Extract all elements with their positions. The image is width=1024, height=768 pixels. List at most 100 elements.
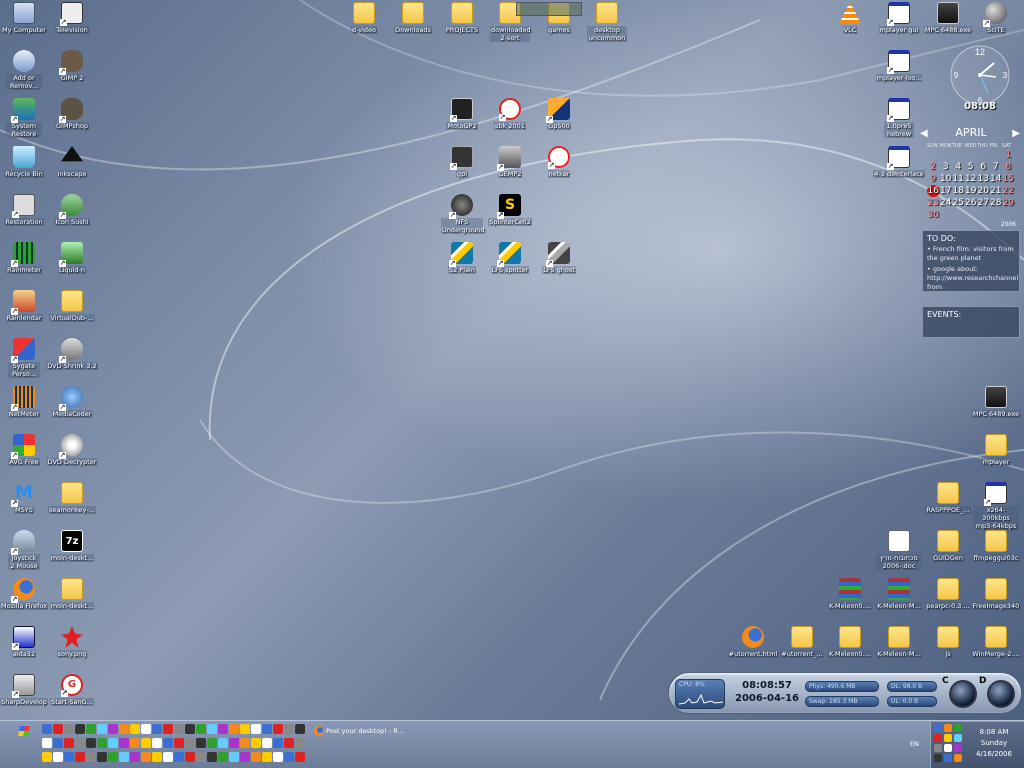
quick-launch-icon[interactable] bbox=[196, 738, 206, 748]
desktop-icon-scite[interactable]: SciTE bbox=[964, 2, 1024, 34]
quick-launch-icon[interactable] bbox=[42, 724, 52, 734]
desktop-icon-icon-sushi[interactable]: Icon Sushi bbox=[40, 194, 104, 226]
quick-launch-icon[interactable] bbox=[119, 752, 129, 762]
quick-launch-icon[interactable] bbox=[295, 738, 305, 748]
quick-launch-icon[interactable] bbox=[152, 752, 162, 762]
calendar-day[interactable]: 3 bbox=[940, 161, 953, 173]
quick-launch-icon[interactable] bbox=[218, 738, 228, 748]
tray-icon[interactable] bbox=[954, 754, 962, 762]
drive-c-gauge[interactable] bbox=[949, 680, 977, 708]
quick-launch-icon[interactable] bbox=[42, 738, 52, 748]
quick-launch-icon[interactable] bbox=[218, 724, 228, 734]
quick-launch-icon[interactable] bbox=[174, 724, 184, 734]
quick-launch-icon[interactable] bbox=[119, 738, 129, 748]
quick-launch-icon[interactable] bbox=[141, 752, 151, 762]
tray-icon[interactable] bbox=[954, 734, 962, 742]
quick-launch-icon[interactable] bbox=[174, 738, 184, 748]
todo-item[interactable]: • google about: http://www.researchchann… bbox=[927, 265, 1018, 292]
calendar-day[interactable]: 17 bbox=[940, 185, 953, 197]
calendar-day[interactable]: 12 bbox=[965, 173, 978, 185]
desktop-icon-mediacoder[interactable]: MediaCoder bbox=[40, 386, 104, 418]
tray-icon[interactable] bbox=[934, 744, 942, 752]
desktop-icon-freeimage[interactable]: FreeImage340 bbox=[964, 578, 1024, 610]
quick-launch-icon[interactable] bbox=[141, 738, 151, 748]
desktop-icon-liquid-n[interactable]: Liquid-n bbox=[40, 242, 104, 274]
quick-launch-icon[interactable] bbox=[262, 724, 272, 734]
language-indicator[interactable]: EN bbox=[910, 740, 919, 748]
chevron-left-icon[interactable]: ◀ bbox=[920, 128, 928, 139]
quick-launch-icon[interactable] bbox=[185, 752, 195, 762]
calendar-day[interactable]: 24 bbox=[940, 197, 953, 209]
chevron-right-icon[interactable]: ▶ bbox=[1012, 128, 1020, 139]
quick-launch-icon[interactable] bbox=[64, 738, 74, 748]
tray-icon[interactable] bbox=[944, 744, 952, 752]
desktop-icon-dvd-decrypter[interactable]: DVD Decrypter bbox=[40, 434, 104, 466]
quick-launch-icon[interactable] bbox=[108, 724, 118, 734]
quick-launch-icon[interactable] bbox=[75, 738, 85, 748]
tray-icon[interactable] bbox=[944, 754, 952, 762]
calendar-day[interactable]: 11 bbox=[952, 173, 965, 185]
quick-launch-icon[interactable] bbox=[262, 752, 272, 762]
desktop-icon-netkar[interactable]: netkar bbox=[527, 146, 591, 178]
calendar-day[interactable]: 7 bbox=[990, 161, 1003, 173]
quick-launch-icon[interactable] bbox=[163, 752, 173, 762]
quick-launch-icon[interactable] bbox=[75, 752, 85, 762]
quick-launch-icon[interactable] bbox=[295, 724, 305, 734]
quick-launch-icon[interactable] bbox=[295, 752, 305, 762]
quick-launch-icon[interactable] bbox=[284, 724, 294, 734]
desktop-icon-virtualdub[interactable]: VirtualDub-... bbox=[40, 290, 104, 322]
desktop-icon-sony-png[interactable]: sony.png bbox=[40, 626, 104, 658]
desktop-icon-desktop-uncommon[interactable]: desktop uncommon bbox=[575, 2, 639, 42]
desktop-icon-mpc6489[interactable]: MPC 6489.exe bbox=[964, 386, 1024, 418]
calendar-day[interactable]: 20 bbox=[977, 185, 990, 197]
calendar-day[interactable]: 22 bbox=[1002, 185, 1015, 197]
quick-launch-icon[interactable] bbox=[97, 752, 107, 762]
quick-launch-icon[interactable] bbox=[218, 752, 228, 762]
calendar-day[interactable]: 6 bbox=[977, 161, 990, 173]
quick-launch-icon[interactable] bbox=[207, 738, 217, 748]
calendar-day[interactable]: 13 bbox=[977, 173, 990, 185]
desktop-icon-x264[interactable]: x264-300kbps mp3-64kbps bbox=[964, 482, 1024, 530]
tray-icon[interactable] bbox=[944, 724, 952, 732]
quick-launch-icon[interactable] bbox=[273, 738, 283, 748]
quick-launch-icon[interactable] bbox=[240, 752, 250, 762]
quick-launch-icon[interactable] bbox=[273, 724, 283, 734]
tray-icon[interactable] bbox=[934, 734, 942, 742]
calendar-day[interactable]: 19 bbox=[965, 185, 978, 197]
desktop-icon-lfs-ghost[interactable]: LFS ghost bbox=[527, 242, 591, 274]
desktop-icon-splintercell2[interactable]: SSplinterCell2 bbox=[478, 194, 542, 226]
quick-launch-icon[interactable] bbox=[163, 738, 173, 748]
quick-launch-icon[interactable] bbox=[196, 724, 206, 734]
tray-icon[interactable] bbox=[934, 754, 942, 762]
quick-launch-icon[interactable] bbox=[251, 738, 261, 748]
calendar-day[interactable]: 28 bbox=[990, 197, 1003, 209]
desktop-icon-ffmpeggui[interactable]: ffmpeggui03c bbox=[964, 530, 1024, 562]
desktop-icon-gp500[interactable]: Gp500 bbox=[527, 98, 591, 130]
quick-launch-icon[interactable] bbox=[53, 724, 63, 734]
calendar-day[interactable]: 8 bbox=[1002, 161, 1015, 173]
start-button[interactable] bbox=[12, 724, 36, 738]
calendar-day[interactable]: 21 bbox=[990, 185, 1003, 197]
calendar-day[interactable]: 29 bbox=[1002, 197, 1015, 209]
quick-launch-icon[interactable] bbox=[262, 738, 272, 748]
quick-launch-icon[interactable] bbox=[229, 724, 239, 734]
quick-launch-icon[interactable] bbox=[152, 724, 162, 734]
quick-launch-icon[interactable] bbox=[53, 752, 63, 762]
calendar-day[interactable]: 18 bbox=[952, 185, 965, 197]
quick-launch-icon[interactable] bbox=[251, 724, 261, 734]
quick-launch-icon[interactable] bbox=[119, 724, 129, 734]
calendar-day[interactable]: 30 bbox=[927, 209, 940, 221]
quick-launch-icon[interactable] bbox=[284, 738, 294, 748]
desktop-icon-seamonkey[interactable]: seamonkey-... bbox=[40, 482, 104, 514]
quick-launch-icon[interactable] bbox=[97, 738, 107, 748]
desktop-icon-start-sang[interactable]: GStart-SanG... bbox=[40, 674, 104, 706]
calendar-day[interactable]: 2 bbox=[927, 161, 940, 173]
calendar-day[interactable]: 9 bbox=[927, 173, 940, 185]
quick-launch-icon[interactable] bbox=[152, 738, 162, 748]
calendar-day[interactable]: 23 bbox=[927, 197, 940, 209]
quick-launch-icon[interactable] bbox=[64, 724, 74, 734]
quick-launch-icon[interactable] bbox=[130, 724, 140, 734]
todo-item[interactable]: • French film: visitors from the green p… bbox=[927, 245, 1015, 263]
calendar-day[interactable]: 5 bbox=[965, 161, 978, 173]
quick-launch-icon[interactable] bbox=[86, 738, 96, 748]
